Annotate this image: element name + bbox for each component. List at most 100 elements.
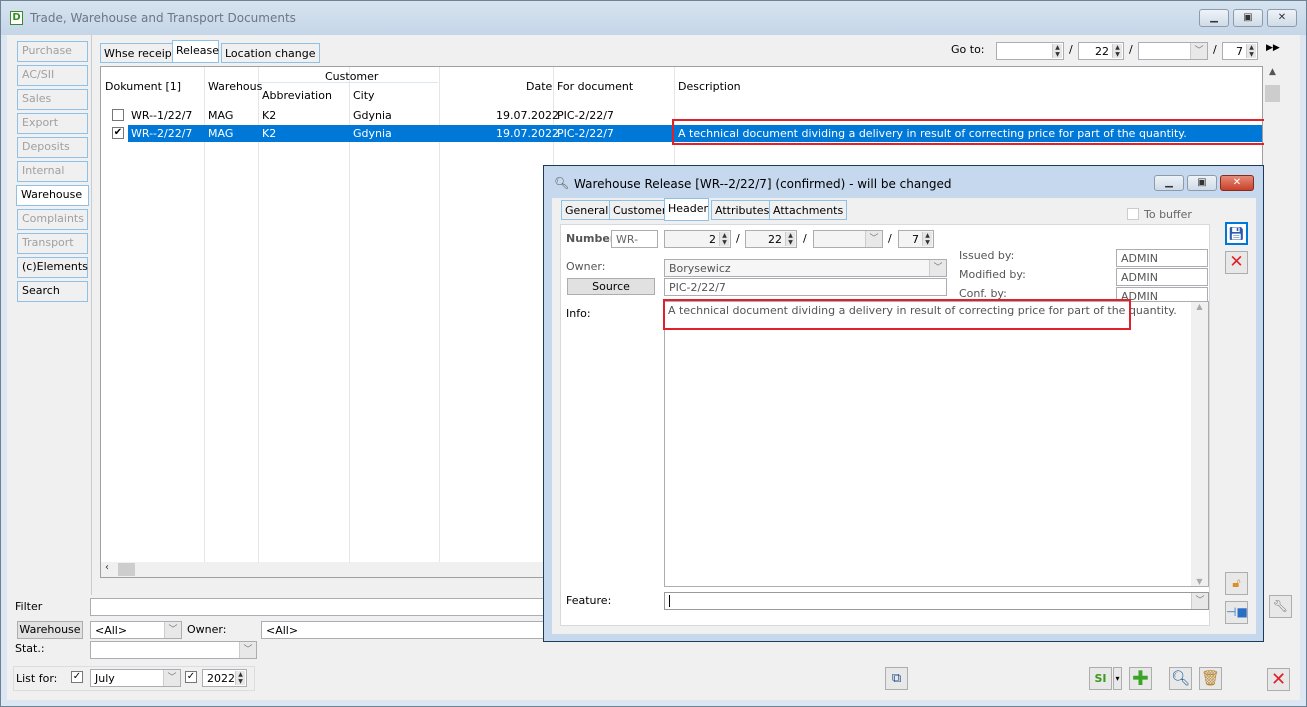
- owner-select[interactable]: <All>: [261, 621, 551, 639]
- header-for-document[interactable]: For document: [557, 80, 633, 93]
- pin-button[interactable]: ⊣■: [1225, 601, 1248, 624]
- conf-by-label: Conf. by:: [959, 287, 1007, 300]
- app-icon: D: [10, 11, 23, 25]
- chevron-down-icon[interactable]: ﹀: [929, 260, 946, 276]
- filter-input[interactable]: [90, 598, 550, 616]
- sidebar-item-transport[interactable]: Transport: [17, 233, 88, 254]
- add-button[interactable]: ✚: [1129, 667, 1152, 690]
- table-row-selected[interactable]: ✔ WR--2/22/7 MAG K2 Gdynia 19.07.2022 PI…: [101, 125, 1262, 142]
- owner-label: Owner:: [566, 260, 606, 273]
- sidebar-item-deposits[interactable]: Deposits: [17, 137, 88, 158]
- maximize-button[interactable]: ▣: [1233, 9, 1263, 27]
- source-input[interactable]: PIC-2/22/7: [664, 278, 947, 296]
- dialog-tab-attributes[interactable]: Attributes: [711, 200, 774, 220]
- scroll-left-icon[interactable]: ‹: [105, 562, 109, 573]
- warehouse-select[interactable]: <All> ﹀: [90, 621, 182, 639]
- spinner-icon[interactable]: ▲ ▼: [785, 232, 795, 246]
- close-window-button[interactable]: ✕: [1267, 9, 1297, 27]
- scroll-thumb[interactable]: [118, 563, 135, 576]
- chevron-down-icon[interactable]: ﹀: [865, 231, 882, 247]
- spinner-icon[interactable]: ▲ ▼: [922, 232, 932, 246]
- scroll-down-icon[interactable]: ▼: [1191, 577, 1208, 586]
- number-input[interactable]: 2 ▲ ▼: [664, 230, 731, 248]
- header-city[interactable]: City: [353, 89, 375, 102]
- source-button[interactable]: Source: [567, 278, 655, 295]
- header-document[interactable]: Dokument [1]: [105, 80, 181, 93]
- sidebar-item-purchase[interactable]: Purchase: [17, 41, 88, 62]
- month-input[interactable]: 7 ▲ ▼: [898, 230, 934, 248]
- tab-release[interactable]: Release: [172, 40, 219, 63]
- number-prefix-input[interactable]: WR-: [611, 230, 658, 248]
- sidebar-item-elements[interactable]: (c)Elements: [17, 257, 88, 278]
- dialog-tab-customer[interactable]: Customer: [609, 200, 671, 220]
- spinner-icon[interactable]: ▲ ▼: [235, 671, 245, 685]
- info-textarea[interactable]: A technical document dividing a delivery…: [664, 301, 1209, 587]
- sidebar-item-ac-sii[interactable]: AC/SII: [17, 65, 88, 86]
- spinner-icon[interactable]: ▲ ▼: [1246, 44, 1256, 58]
- export-pages-button[interactable]: ⧉: [885, 667, 908, 690]
- delete-button[interactable]: 🗑︎: [1199, 667, 1222, 690]
- info-scrollbar[interactable]: ▲ ▼: [1191, 302, 1208, 586]
- chevron-down-icon[interactable]: ﹀: [1191, 593, 1208, 609]
- dialog-minimize-button[interactable]: ▁: [1154, 175, 1184, 191]
- scroll-up-icon[interactable]: ▲: [1191, 302, 1208, 311]
- goto-go-button[interactable]: ▶▶: [1266, 43, 1280, 53]
- month-checkbox[interactable]: ✓: [71, 671, 83, 683]
- save-button[interactable]: 💾︎: [1225, 222, 1248, 245]
- to-buffer-checkbox[interactable]: [1127, 208, 1139, 220]
- series-select[interactable]: ﹀: [813, 230, 883, 248]
- search-button[interactable]: 🔍︎: [1169, 667, 1192, 690]
- close-button[interactable]: ✕: [1267, 668, 1290, 691]
- feature-select[interactable]: ﹀: [664, 592, 1209, 610]
- year-checkbox[interactable]: ✓: [185, 671, 197, 683]
- warehouse-button[interactable]: Warehouse: [17, 621, 83, 639]
- chevron-down-icon[interactable]: ﹀: [1190, 43, 1207, 59]
- header-date[interactable]: Date: [526, 80, 552, 93]
- sidebar-item-warehouse[interactable]: Warehouse: [16, 185, 89, 206]
- goto-number-input[interactable]: ▲ ▼: [996, 42, 1064, 60]
- sidebar-item-complaints[interactable]: Complaints: [17, 209, 88, 230]
- dialog-maximize-button[interactable]: ▣: [1187, 175, 1217, 191]
- settings-button[interactable]: 🔧︎: [1269, 595, 1292, 618]
- year-input[interactable]: 2022 ▲ ▼: [202, 669, 247, 687]
- header-abbreviation[interactable]: Abbreviation: [262, 89, 332, 102]
- window-title: Trade, Warehouse and Transport Documents: [30, 11, 296, 25]
- month-select[interactable]: July ﹀: [90, 669, 181, 687]
- chevron-down-icon[interactable]: ﹀: [164, 622, 181, 638]
- spinner-icon[interactable]: ▲ ▼: [1052, 44, 1062, 58]
- header-description[interactable]: Description: [678, 80, 741, 93]
- row-checkbox[interactable]: [112, 109, 124, 121]
- cancel-button[interactable]: ✕: [1225, 251, 1248, 274]
- spinner-icon[interactable]: ▲ ▼: [1112, 44, 1122, 58]
- header-warehouse[interactable]: Warehous: [208, 80, 262, 93]
- number-label: Number: [566, 232, 616, 245]
- dialog-tab-attachments[interactable]: Attachments: [769, 200, 848, 220]
- scroll-thumb[interactable]: [1265, 85, 1280, 102]
- si-dropdown-button[interactable]: ▾: [1113, 667, 1122, 690]
- dialog-tab-general[interactable]: General: [561, 200, 613, 220]
- sidebar-item-sales[interactable]: Sales: [17, 89, 88, 110]
- tab-whse-receipt[interactable]: Whse receipt: [100, 43, 181, 63]
- scroll-up-icon[interactable]: ▲: [1264, 67, 1281, 77]
- chevron-down-icon[interactable]: ﹀: [239, 642, 256, 658]
- si-button[interactable]: SI: [1089, 667, 1112, 690]
- dialog-tab-header[interactable]: Header: [664, 198, 709, 221]
- vertical-scrollbar[interactable]: ▲: [1264, 67, 1281, 562]
- goto-month-input[interactable]: 7 ▲ ▼: [1222, 42, 1258, 60]
- tab-location-change[interactable]: Location change: [221, 43, 320, 63]
- chevron-down-icon[interactable]: ﹀: [163, 670, 180, 686]
- sidebar-item-export[interactable]: Export: [17, 113, 88, 134]
- unlock-button[interactable]: 🔓︎: [1225, 572, 1248, 595]
- dialog-close-button[interactable]: ✕: [1220, 175, 1254, 191]
- owner-select[interactable]: Borysewicz ﹀: [664, 259, 947, 277]
- sidebar-item-search[interactable]: Search: [17, 281, 88, 302]
- spinner-icon[interactable]: ▲ ▼: [719, 232, 729, 246]
- sidebar-item-internal[interactable]: Internal: [17, 161, 88, 182]
- stat-select[interactable]: ﹀: [90, 641, 257, 659]
- row-checkbox-checked[interactable]: ✔: [112, 127, 124, 139]
- minimize-button[interactable]: ▁: [1199, 9, 1229, 27]
- table-row[interactable]: WR--1/22/7 MAG K2 Gdynia 19.07.2022 PIC-…: [101, 107, 1261, 124]
- goto-series-select[interactable]: ﹀: [1138, 42, 1208, 60]
- goto-year-input[interactable]: 22 ▲ ▼: [1078, 42, 1124, 60]
- year-input[interactable]: 22 ▲ ▼: [745, 230, 797, 248]
